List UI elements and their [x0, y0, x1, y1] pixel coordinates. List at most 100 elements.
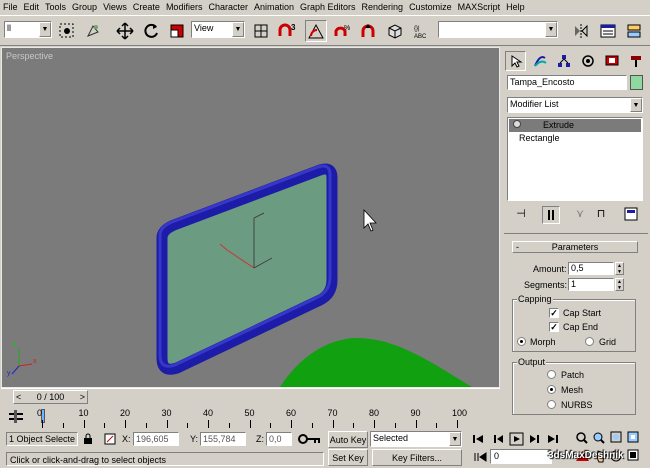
- select-object-button[interactable]: [56, 20, 78, 42]
- scale-button[interactable]: [166, 20, 188, 42]
- absolute-mode-toggle[interactable]: [104, 433, 116, 445]
- curve-editor-mini-button[interactable]: [8, 409, 24, 425]
- track-bar[interactable]: 0 10 20 30 40 50 60 70 80 90 100: [0, 405, 500, 429]
- schematic-view-button[interactable]: [623, 20, 645, 42]
- stack-item-rectangle[interactable]: Rectangle: [509, 132, 641, 145]
- segments-spinner-arrows[interactable]: ▲ ▼: [615, 278, 624, 291]
- mirror-button[interactable]: {}| ABC: [412, 20, 434, 42]
- edit-named-selections-button[interactable]: [384, 20, 406, 42]
- key-filters-button[interactable]: Key Filters...: [372, 449, 462, 466]
- modifier-stack-list[interactable]: Extrude Rectangle: [507, 117, 643, 201]
- modifier-list-dropdown[interactable]: Modifier List ▼: [507, 97, 643, 113]
- cursor-arrow-icon: [511, 55, 523, 68]
- go-to-end-icon[interactable]: [548, 435, 558, 443]
- spinner-snap-button[interactable]: [357, 20, 379, 42]
- playback-icons: [473, 432, 558, 446]
- key-mode-toggle[interactable]: [474, 451, 488, 463]
- angle-snap-button[interactable]: [305, 20, 327, 42]
- zoom-icon[interactable]: [576, 432, 588, 444]
- patch-radio[interactable]: [547, 370, 556, 379]
- go-to-start-icon[interactable]: [473, 435, 483, 443]
- z-coord-field[interactable]: 0,0: [266, 432, 292, 446]
- perspective-viewport[interactable]: Perspective z x y: [1, 47, 500, 388]
- curve-editor-button[interactable]: [597, 20, 619, 42]
- menu-animation[interactable]: Animation: [251, 0, 297, 12]
- auto-key-button[interactable]: Auto Key: [328, 431, 368, 448]
- snaps-toggle-button[interactable]: 3: [277, 20, 299, 42]
- named-selection-sets-dropdown[interactable]: ▼: [438, 21, 558, 38]
- utilities-tab[interactable]: [625, 51, 646, 71]
- hammer-icon: [630, 56, 641, 67]
- mirror-icon: [575, 24, 588, 38]
- current-frame-field[interactable]: 0: [490, 449, 552, 464]
- menu-tools[interactable]: Tools: [42, 0, 69, 12]
- pin-stack-icon[interactable]: ⊣: [513, 207, 529, 223]
- show-end-result-button[interactable]: [542, 206, 560, 224]
- zoom-all-icon[interactable]: [593, 432, 605, 444]
- play-icon[interactable]: [509, 432, 524, 446]
- morph-radio[interactable]: [517, 337, 526, 346]
- cap-end-checkbox[interactable]: ✓: [549, 322, 559, 332]
- move-button[interactable]: [114, 20, 136, 42]
- key-mode-dropdown[interactable]: Selected ▼: [370, 431, 462, 447]
- menu-character[interactable]: Character: [205, 0, 251, 12]
- menu-file[interactable]: File: [0, 0, 21, 12]
- menu-group[interactable]: Group: [69, 0, 100, 12]
- amount-input[interactable]: 0,5: [568, 262, 614, 275]
- segments-input[interactable]: 1: [568, 278, 614, 291]
- ruler-tick: [249, 420, 251, 428]
- make-unique-icon[interactable]: ⋎: [572, 207, 588, 223]
- previous-frame-icon[interactable]: [494, 435, 503, 443]
- menu-rendering[interactable]: Rendering: [359, 0, 407, 12]
- percent-snap-button[interactable]: %: [331, 20, 353, 42]
- set-key-button[interactable]: Set Key: [328, 449, 368, 466]
- reference-coord-dropdown[interactable]: View ▼: [191, 21, 245, 38]
- mirror-tool-button[interactable]: [570, 20, 592, 42]
- mouse-cursor-icon: [363, 208, 377, 232]
- menu-views[interactable]: Views: [100, 0, 130, 12]
- motion-tab[interactable]: [577, 51, 598, 71]
- capping-group: Capping ✓ Cap Start ✓ Cap End Morph Grid: [512, 294, 636, 352]
- modify-tab[interactable]: [529, 51, 550, 71]
- axis-y-label: y: [7, 370, 11, 377]
- nurbs-radio[interactable]: [547, 400, 556, 409]
- zoom-extents-icon[interactable]: [610, 431, 622, 443]
- grid-radio[interactable]: [585, 337, 594, 346]
- remove-modifier-icon[interactable]: ⊓: [593, 207, 609, 223]
- object-color-swatch[interactable]: [630, 75, 643, 90]
- select-by-name-button[interactable]: [82, 20, 104, 42]
- hierarchy-tab[interactable]: [553, 51, 574, 71]
- pivot-center-button[interactable]: [250, 20, 272, 42]
- chevron-down-icon: ▼: [232, 22, 244, 37]
- x-coord-field[interactable]: 196,605: [133, 432, 179, 446]
- cap-start-checkbox[interactable]: ✓: [549, 308, 559, 318]
- stack-item-extrude[interactable]: Extrude: [509, 119, 641, 132]
- y-coord-field[interactable]: 155,784: [200, 432, 246, 446]
- menu-edit[interactable]: Edit: [21, 0, 43, 12]
- zoom-extents-all-icon[interactable]: [627, 431, 639, 443]
- menu-maxscript[interactable]: MAXScript: [455, 0, 504, 12]
- menu-customize[interactable]: Customize: [406, 0, 455, 12]
- set-key-mode-button[interactable]: [298, 433, 322, 447]
- next-frame-icon[interactable]: [530, 435, 539, 443]
- time-slider-thumb[interactable]: < 0 / 100 >: [13, 390, 88, 404]
- time-slider[interactable]: < 0 / 100 >: [1, 388, 500, 405]
- menu-modifiers[interactable]: Modifiers: [163, 0, 206, 12]
- menu-graph-editors[interactable]: Graph Editors: [297, 0, 359, 12]
- menu-create[interactable]: Create: [130, 0, 163, 12]
- bulb-icon[interactable]: [513, 120, 521, 128]
- object-name-field[interactable]: Tampa_Encosto: [507, 75, 627, 90]
- mesh-radio[interactable]: [547, 385, 556, 394]
- parameters-rollout-header[interactable]: - Parameters: [512, 241, 638, 253]
- green-mound-object[interactable]: [280, 338, 472, 387]
- amount-spinner-arrows[interactable]: ▲ ▼: [615, 262, 624, 275]
- rotate-button[interactable]: [140, 20, 162, 42]
- create-tab[interactable]: [505, 51, 526, 71]
- selection-filter-dropdown[interactable]: ll ▼: [4, 21, 52, 38]
- selection-lock-toggle[interactable]: [83, 433, 93, 445]
- cap-start-label: Cap Start: [563, 308, 602, 318]
- display-tab[interactable]: [601, 51, 622, 71]
- maximize-viewport-icon[interactable]: [627, 449, 639, 461]
- configure-modifier-sets-button[interactable]: [624, 207, 640, 223]
- menu-help[interactable]: Help: [503, 0, 528, 12]
